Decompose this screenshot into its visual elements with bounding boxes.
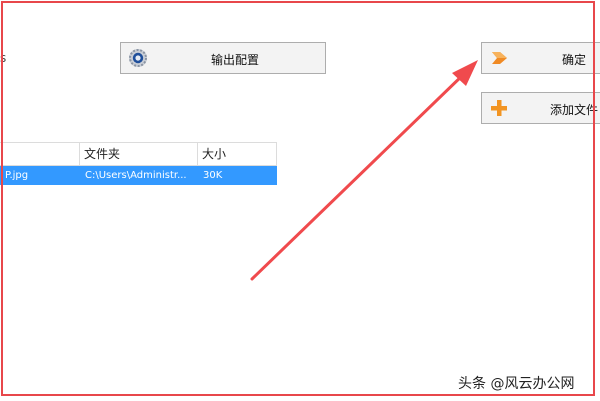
cell-size: 30K	[203, 170, 223, 181]
output-config-button[interactable]: 输出配置	[120, 42, 326, 74]
ok-label: 确定	[562, 53, 587, 67]
file-table: 文件夹 大小 P.jpg C:\Users\Administr... 30K	[0, 142, 277, 185]
column-header-folder[interactable]: 文件夹	[80, 143, 198, 165]
ok-button[interactable]: 确定	[481, 42, 600, 74]
add-file-label: 添加文件	[550, 103, 599, 117]
watermark: 头条 @风云办公网	[458, 376, 575, 392]
column-header-size[interactable]: 大小	[198, 143, 277, 165]
cell-filename: P.jpg	[5, 170, 29, 181]
add-file-button[interactable]: 添加文件	[481, 92, 600, 124]
table-row[interactable]: P.jpg C:\Users\Administr... 30K	[0, 166, 277, 185]
partial-label: s	[0, 51, 7, 65]
arrow-right-icon	[492, 52, 507, 64]
table-header: 文件夹 大小	[0, 142, 277, 166]
gear-icon	[129, 49, 147, 67]
plus-icon	[491, 100, 507, 116]
column-header-name[interactable]	[0, 143, 80, 165]
output-config-label: 输出配置	[211, 53, 260, 67]
cell-folder: C:\Users\Administr...	[85, 170, 187, 181]
